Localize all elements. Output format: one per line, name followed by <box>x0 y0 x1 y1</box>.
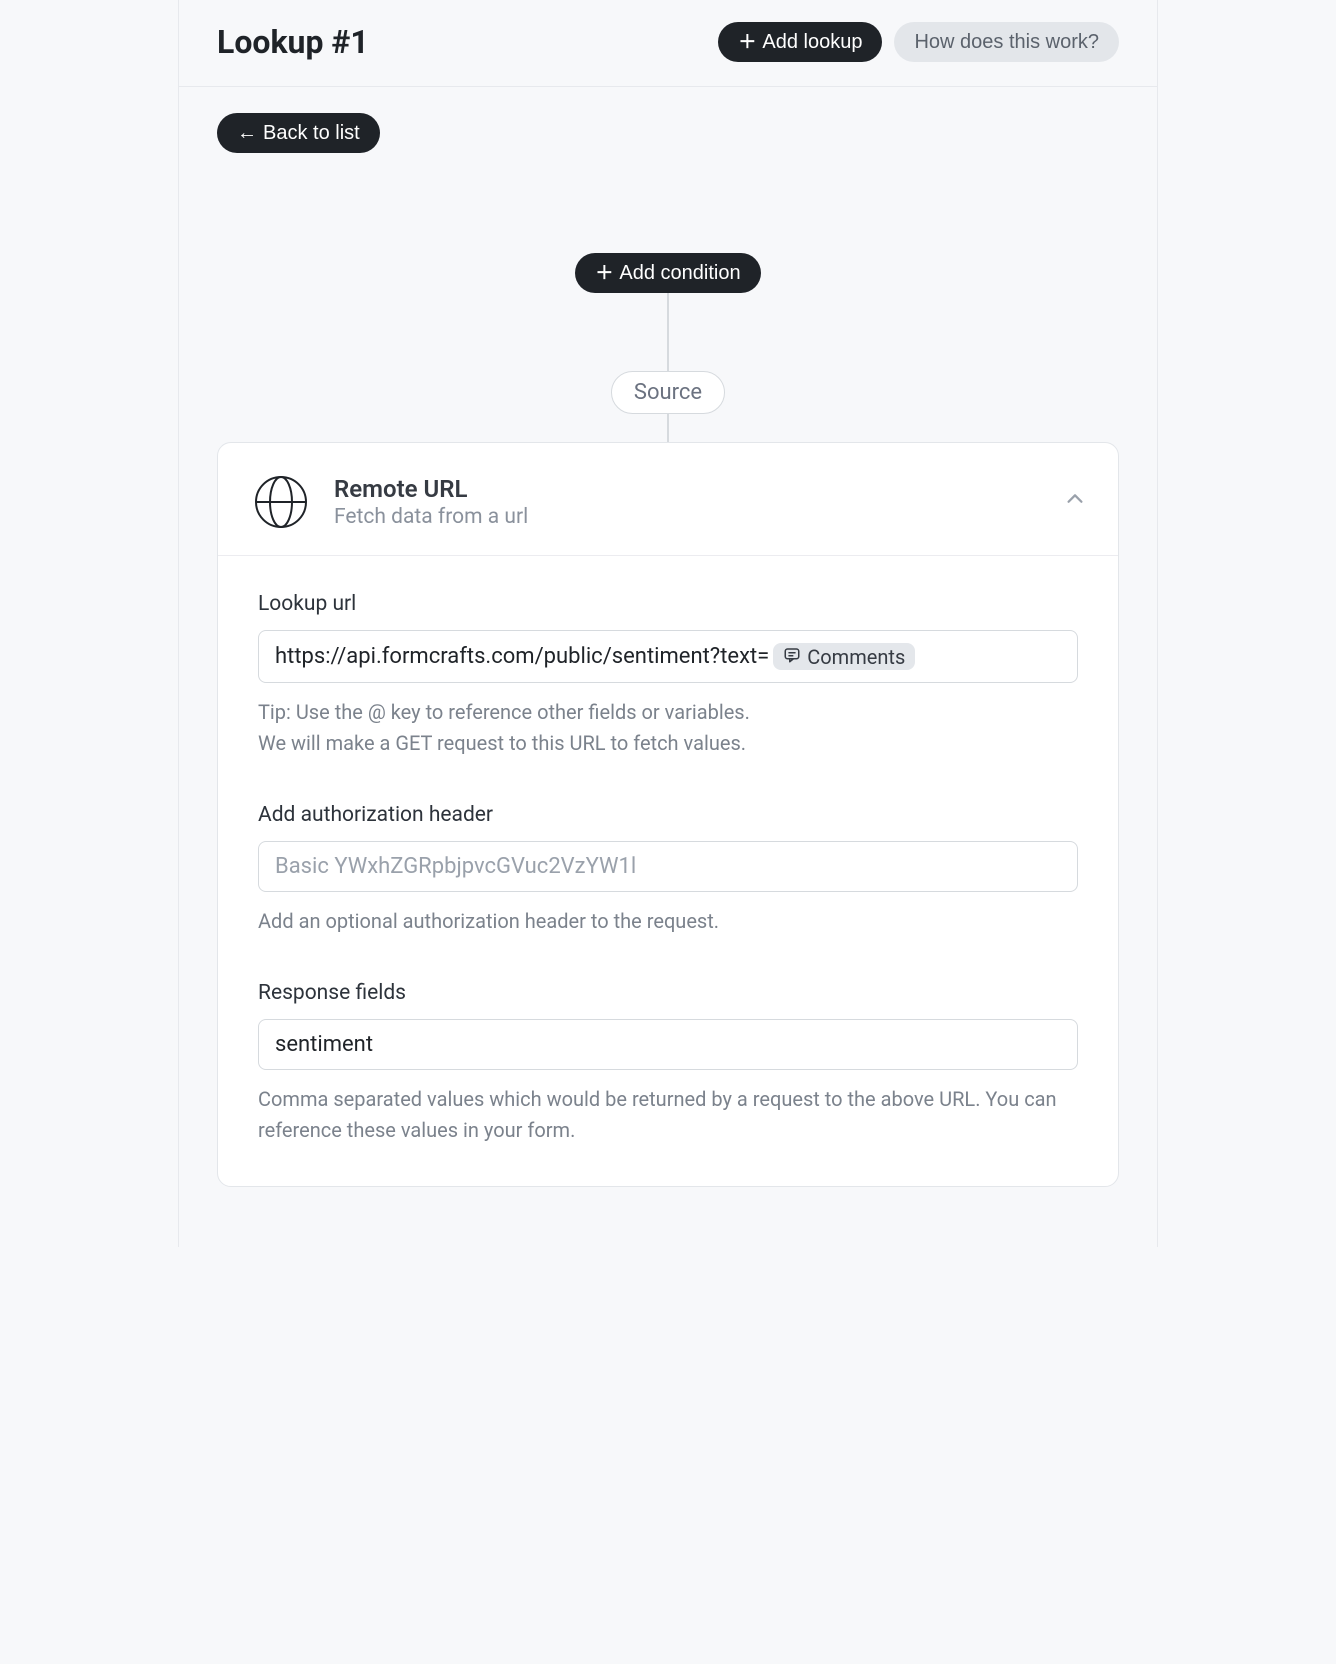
lookup-url-tip1: Tip: Use the @ key to reference other fi… <box>258 697 1078 728</box>
lookup-url-group: Lookup url https://api.formcrafts.com/pu… <box>258 592 1078 759</box>
comments-chip-label: Comments <box>807 647 905 667</box>
card-header-text: Remote URL Fetch data from a url <box>334 475 528 529</box>
arrow-left-icon: ← <box>237 123 257 143</box>
lookup-url-input[interactable]: https://api.formcrafts.com/public/sentim… <box>258 630 1078 683</box>
lookup-url-tip2: We will make a GET request to this URL t… <box>258 728 1078 759</box>
lookup-url-text: https://api.formcrafts.com/public/sentim… <box>275 644 769 669</box>
help-label: How does this work? <box>914 30 1099 54</box>
auth-header-help: Add an optional authorization header to … <box>258 906 1078 937</box>
card-title: Remote URL <box>334 475 528 503</box>
page-title: Lookup #1 <box>217 23 369 61</box>
auth-header-input[interactable] <box>258 841 1078 892</box>
flow-area: ＋ Add condition Source <box>179 153 1157 1227</box>
add-condition-label: Add condition <box>619 261 740 285</box>
back-label: Back to list <box>263 121 360 145</box>
auth-header-label: Add authorization header <box>258 803 1078 827</box>
back-row: ← Back to list <box>179 87 1157 153</box>
response-fields-input[interactable] <box>258 1019 1078 1070</box>
globe-icon <box>254 475 308 529</box>
add-condition-wrap: ＋ Add condition <box>575 253 760 293</box>
response-fields-label: Response fields <box>258 981 1078 1005</box>
back-to-list-button[interactable]: ← Back to list <box>217 113 380 153</box>
chevron-up-icon <box>1064 488 1086 510</box>
page-root: Lookup #1 ＋ Add lookup How does this wor… <box>178 0 1158 1247</box>
card-header[interactable]: Remote URL Fetch data from a url <box>218 443 1118 556</box>
flow-center: ＋ Add condition Source <box>217 153 1119 1187</box>
card-subtitle: Fetch data from a url <box>334 505 528 529</box>
auth-header-group: Add authorization header Add an optional… <box>258 803 1078 937</box>
chat-icon <box>783 646 801 667</box>
response-fields-help: Comma separated values which would be re… <box>258 1084 1078 1146</box>
add-lookup-button[interactable]: ＋ Add lookup <box>718 22 882 62</box>
add-lookup-label: Add lookup <box>762 30 862 54</box>
help-button[interactable]: How does this work? <box>894 22 1119 62</box>
connector-line <box>667 293 669 371</box>
comments-chip[interactable]: Comments <box>773 643 915 670</box>
header-buttons: ＋ Add lookup How does this work? <box>718 22 1119 62</box>
add-condition-button[interactable]: ＋ Add condition <box>575 253 760 293</box>
response-fields-group: Response fields Comma separated values w… <box>258 981 1078 1146</box>
card-body: Lookup url https://api.formcrafts.com/pu… <box>218 556 1118 1186</box>
source-chip-label: Source <box>634 380 702 405</box>
plus-icon: ＋ <box>595 264 613 282</box>
plus-icon: ＋ <box>738 33 756 51</box>
remote-url-card: Remote URL Fetch data from a url Lookup … <box>217 442 1119 1187</box>
lookup-url-label: Lookup url <box>258 592 1078 616</box>
page-header: Lookup #1 ＋ Add lookup How does this wor… <box>179 0 1157 87</box>
lookup-url-help: Tip: Use the @ key to reference other fi… <box>258 697 1078 759</box>
connector-line <box>667 414 669 442</box>
source-chip[interactable]: Source <box>611 371 725 414</box>
